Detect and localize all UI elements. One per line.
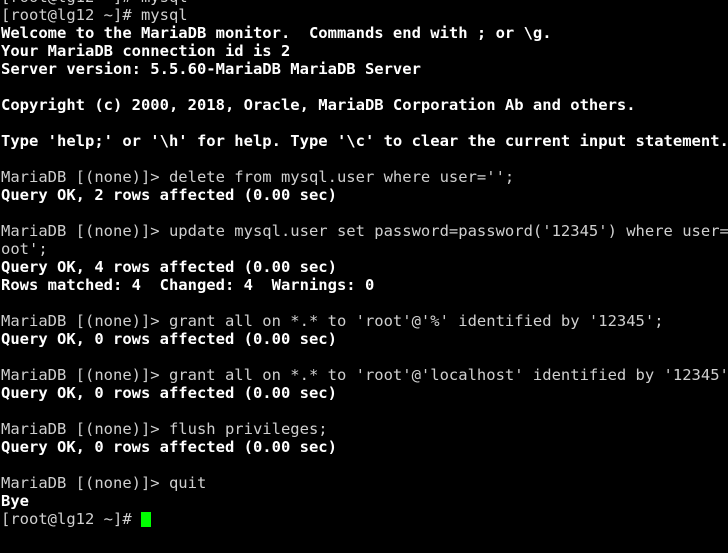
- terminal-line: Rows matched: 4 Changed: 4 Warnings: 0: [1, 276, 375, 294]
- terminal-line: MariaDB [(none)]> grant all on *.* to 'r…: [1, 312, 664, 330]
- terminal-line: Server version: 5.5.60-MariaDB MariaDB S…: [1, 60, 421, 78]
- terminal-line: Type 'help;' or '\h' for help. Type '\c'…: [1, 132, 728, 150]
- terminal-line: MariaDB [(none)]> grant all on *.* to 'r…: [1, 366, 728, 384]
- terminal-line-text: [root@lg12 ~]#: [1, 510, 141, 528]
- terminal-screen[interactable]: [root@lg12 ~]# mysql[root@lg12 ~]# mysql…: [0, 0, 728, 528]
- terminal-line: oot';: [1, 240, 48, 258]
- terminal-line: MariaDB [(none)]> delete from mysql.user…: [1, 168, 515, 186]
- terminal-line: [root@lg12 ~]#: [0, 510, 728, 528]
- terminal-line: Bye: [1, 492, 29, 510]
- terminal-line: Your MariaDB connection id is 2: [1, 42, 291, 60]
- block-cursor: [140, 512, 151, 527]
- terminal-line: Query OK, 0 rows affected (0.00 sec): [1, 330, 337, 348]
- terminal-line: [root@lg12 ~]# mysql: [1, 6, 188, 24]
- terminal-line: Query OK, 4 rows affected (0.00 sec): [1, 258, 337, 276]
- terminal-line: Query OK, 2 rows affected (0.00 sec): [1, 186, 337, 204]
- terminal-line: MariaDB [(none)]> update mysql.user set …: [1, 222, 728, 240]
- terminal-window[interactable]: [root@lg12 ~]# mysql[root@lg12 ~]# mysql…: [0, 0, 728, 553]
- terminal-line: Copyright (c) 2000, 2018, Oracle, MariaD…: [1, 96, 636, 114]
- terminal-line: MariaDB [(none)]> flush privileges;: [1, 420, 328, 438]
- terminal-line: Query OK, 0 rows affected (0.00 sec): [1, 384, 337, 402]
- terminal-line: Query OK, 0 rows affected (0.00 sec): [1, 438, 337, 456]
- terminal-line: MariaDB [(none)]> quit: [1, 474, 207, 492]
- terminal-line: Welcome to the MariaDB monitor. Commands…: [1, 24, 552, 42]
